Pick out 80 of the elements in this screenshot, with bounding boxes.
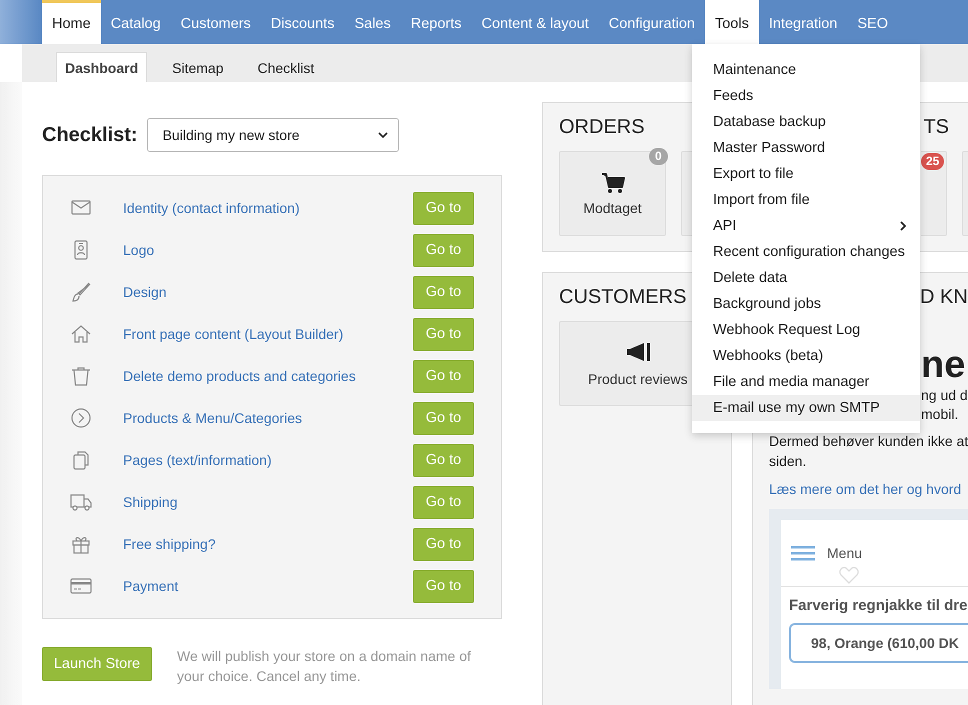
nav-tab[interactable]: SEO: [847, 0, 898, 44]
go-to-button[interactable]: Go to: [413, 486, 474, 518]
sub-tab[interactable]: Sitemap: [163, 52, 232, 82]
menu-icon: [791, 544, 815, 562]
menu-item[interactable]: E-mail use my own SMTP: [692, 395, 920, 421]
card-label: Modtaget: [583, 200, 642, 216]
panel-title: TS: [923, 115, 949, 139]
menu-label[interactable]: Menu: [827, 545, 862, 561]
checklist-link[interactable]: Design: [123, 284, 167, 300]
sub-tab[interactable]: Dashboard: [56, 52, 148, 82]
nav-tab[interactable]: Tools: [704, 0, 759, 44]
nav-tab[interactable]: Catalog: [100, 0, 171, 44]
checklist-link[interactable]: Logo: [123, 242, 154, 258]
launch-store-button[interactable]: Launch Store: [42, 647, 152, 681]
checklist-link[interactable]: Front page content (Layout Builder): [123, 326, 344, 342]
checklist-link[interactable]: Products & Menu/Categories: [123, 410, 302, 426]
checklist-link[interactable]: Shipping: [123, 494, 178, 510]
nav-tab[interactable]: Home: [42, 0, 101, 44]
menu-item[interactable]: Delete data: [692, 265, 920, 291]
menu-item[interactable]: Recent configuration changes: [692, 239, 920, 265]
go-to-button[interactable]: Go to: [413, 570, 474, 602]
go-to-button[interactable]: Go to: [413, 360, 474, 392]
body-text: mobil.: [921, 405, 960, 424]
brush-icon: [70, 281, 92, 303]
panel-title: D KN: [920, 285, 968, 309]
menu-item[interactable]: File and media manager: [692, 369, 920, 395]
menu-item[interactable]: Webhook Request Log: [692, 317, 920, 343]
status-card[interactable]: 25: [921, 151, 947, 236]
nav-tab[interactable]: Reports: [400, 0, 472, 44]
checklist-link[interactable]: Free shipping?: [123, 536, 216, 552]
checklist-link[interactable]: Payment: [123, 578, 178, 594]
trash-icon: [70, 365, 92, 387]
variant-select[interactable]: 98, Orange (610,00 DK: [789, 623, 968, 663]
status-card[interactable]: [681, 151, 693, 236]
nav-tab[interactable]: Customers: [170, 0, 261, 44]
nav-tab[interactable]: Discounts: [260, 0, 344, 44]
status-card[interactable]: Product reviews: [559, 321, 693, 406]
menu-item[interactable]: API: [692, 213, 920, 239]
go-to-button[interactable]: Go to: [413, 318, 474, 350]
go-to-button[interactable]: Go to: [413, 192, 474, 224]
heart-icon: [839, 566, 859, 584]
go-to-button[interactable]: Go to: [413, 402, 474, 434]
cart-icon: [600, 172, 624, 194]
menu-item[interactable]: Export to file: [692, 161, 920, 187]
menu-item[interactable]: Feeds: [692, 83, 920, 109]
count-badge: 0: [649, 148, 668, 165]
body-text: ng ud d: [921, 386, 968, 405]
product-title: Farverig regnjakke til dre: [789, 597, 968, 614]
house-icon: [70, 323, 92, 345]
menu-item[interactable]: Master Password: [692, 135, 920, 161]
checklist-label: Checklist:: [42, 124, 138, 146]
sub-tab[interactable]: Checklist: [248, 52, 324, 82]
card-label: Product reviews: [588, 371, 688, 387]
checklist-link[interactable]: Delete demo products and categories: [123, 368, 356, 384]
checklist-link[interactable]: Identity (contact information): [123, 200, 300, 216]
read-more-link[interactable]: Læs mere om det her og hvord: [769, 481, 962, 497]
chevron-down-icon: [378, 132, 388, 138]
go-to-button[interactable]: Go to: [413, 234, 474, 266]
body-text: Dermed behøver kunden ikke at siden.: [769, 432, 968, 471]
go-to-button[interactable]: Go to: [413, 444, 474, 476]
panel-title: ORDERS: [559, 115, 645, 139]
nav-tab[interactable]: Content & layout: [472, 0, 599, 44]
chevron-circle-icon: [70, 407, 92, 429]
headline: ne: [921, 343, 966, 387]
menu-item[interactable]: Background jobs: [692, 291, 920, 317]
checklist-link[interactable]: Pages (text/information): [123, 452, 272, 468]
nav-tab[interactable]: Sales: [344, 0, 401, 44]
menu-item[interactable]: Database backup: [692, 109, 920, 135]
menu-item[interactable]: Import from file: [692, 187, 920, 213]
menu-item[interactable]: Maintenance: [692, 57, 920, 83]
menu-item[interactable]: Webhooks (beta): [692, 343, 920, 369]
launch-note: We will publish your store on a domain name of your choice. Cancel any time.: [177, 647, 472, 686]
count-badge: 25: [921, 153, 944, 170]
megaphone-icon: [626, 341, 652, 363]
nav-tab[interactable]: Configuration: [598, 0, 705, 44]
checklist-select[interactable]: Building my new store: [146, 118, 399, 152]
panel-title: CUSTOMERS: [559, 285, 686, 309]
nav-tab[interactable]: Integration: [758, 0, 848, 44]
go-to-button[interactable]: Go to: [413, 276, 474, 308]
go-to-button[interactable]: Go to: [413, 528, 474, 560]
